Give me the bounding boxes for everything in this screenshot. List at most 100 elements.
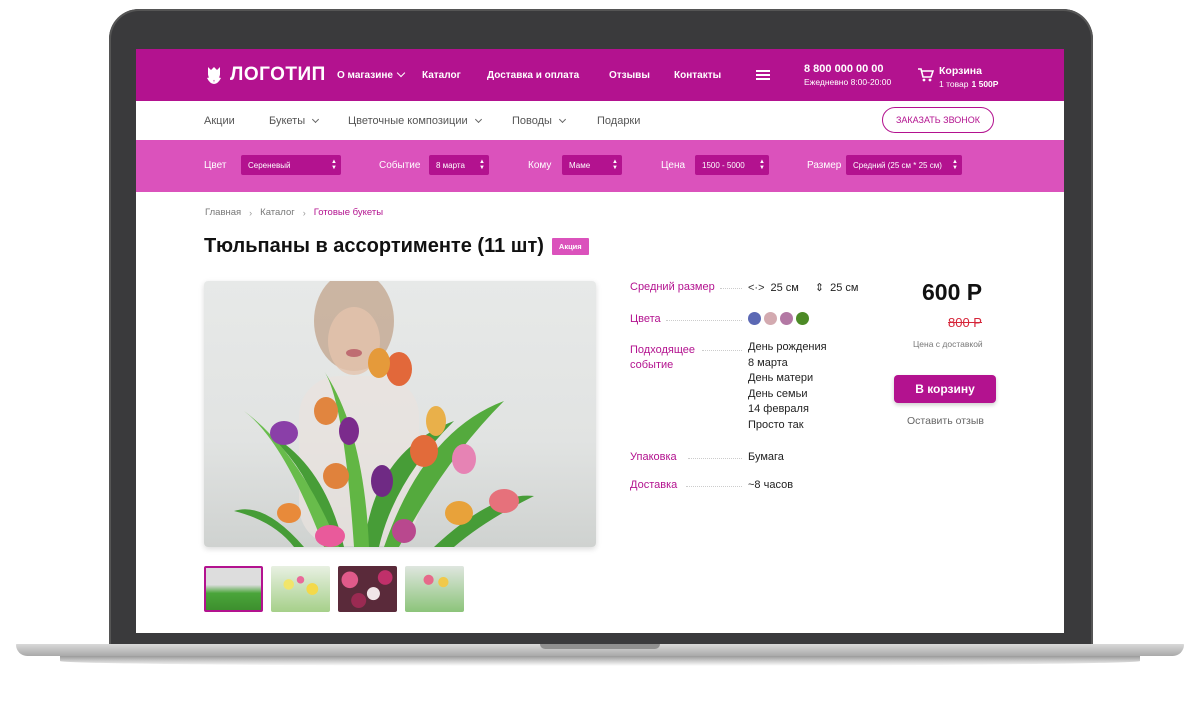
breadcrumb-home[interactable]: Главная — [205, 207, 241, 218]
select-arrows-icon: ▲ ▼ — [952, 159, 958, 171]
thumbnail-4[interactable] — [405, 566, 464, 612]
logo[interactable]: ЛОГОТИП — [204, 64, 326, 86]
flower-logo-icon — [207, 67, 221, 84]
spec-packaging-value: Бумага — [748, 451, 784, 463]
spec-packaging-label: Упаковка — [630, 451, 677, 463]
breadcrumb-current[interactable]: Готовые букеты — [314, 207, 383, 218]
filter-event-value: 8 марта — [436, 160, 465, 170]
occasion-item: Просто так — [748, 418, 804, 431]
filter-size-label: Размер — [807, 160, 842, 171]
old-price: 800 Р — [948, 315, 982, 330]
filter-recipient-select[interactable]: Маме ▲ ▼ — [562, 155, 622, 175]
logo-text: ЛОГОТИП — [230, 64, 326, 85]
filter-price-value: 1500 - 5000 — [702, 160, 745, 170]
thumbnail-1[interactable] — [204, 566, 263, 612]
spec-divider — [720, 288, 742, 289]
occasion-item: День рождения — [748, 341, 827, 353]
subnav-compositions[interactable]: Цветочные композиции — [348, 115, 482, 127]
spec-delivery-value: ~8 часов — [748, 479, 794, 491]
filter-recipient-value: Маме — [569, 160, 591, 170]
occasion-item: День семьи — [748, 387, 808, 400]
filter-size-select[interactable]: Средний (25 см * 25 см) ▲ ▼ — [846, 155, 962, 175]
color-swatch-pink[interactable] — [764, 312, 777, 325]
select-arrows-icon: ▲ ▼ — [479, 159, 485, 171]
laptop-shadow — [60, 656, 1140, 666]
spec-occasion-label: Подходящее событие — [630, 343, 695, 373]
leave-review-link[interactable]: Оставить отзыв — [907, 415, 984, 427]
color-swatch-green[interactable] — [796, 312, 809, 325]
callback-button[interactable]: ЗАКАЗАТЬ ЗВОНОК — [882, 107, 994, 133]
menu-icon[interactable] — [756, 70, 770, 80]
filter-size-value: Средний (25 см * 25 см) — [853, 160, 942, 170]
spec-width: 25 см — [770, 282, 799, 294]
occasion-item: День матери — [748, 372, 814, 384]
working-hours: Ежедневно 8:00-20:00 — [804, 77, 892, 87]
select-arrows-icon: ▲ ▼ — [612, 159, 618, 171]
nav-delivery[interactable]: Доставка и оплата — [487, 70, 579, 81]
cart-icon — [918, 68, 934, 82]
filter-bar: Цвет Сереневый ▲ ▼ Событие 8 марта ▲ ▼ Кому … — [136, 140, 1064, 192]
filter-color-select[interactable]: Сереневый ▲ ▼ — [241, 155, 341, 175]
nav-reviews[interactable]: Отзывы — [609, 70, 650, 81]
color-swatch-blue[interactable] — [748, 312, 761, 325]
subnav-occasions-label: Поводы — [512, 115, 552, 127]
top-header: ЛОГОТИП О магазине Каталог Доставка и оп… — [136, 49, 1064, 101]
spec-divider — [702, 350, 742, 351]
occasion-item: 14 февраля — [748, 403, 809, 415]
spec-height: 25 см — [830, 282, 859, 294]
spec-occasion-label-line1: Подходящее — [630, 344, 695, 356]
select-arrows-icon: ▲ ▼ — [331, 159, 337, 171]
width-arrows-icon: <·> — [748, 282, 765, 294]
filter-event-select[interactable]: 8 марта ▲ ▼ — [429, 155, 489, 175]
breadcrumb-catalog[interactable]: Каталог — [260, 207, 295, 218]
select-arrows-icon: ▲ ▼ — [759, 159, 765, 171]
spec-size-value: <·> 25 см ⇕ 25 см — [748, 281, 858, 297]
cart-total: 1 500Р — [971, 79, 999, 89]
price: 600 Р — [922, 279, 983, 305]
chevron-down-icon — [558, 115, 566, 124]
spec-divider — [686, 486, 742, 487]
nav-about[interactable]: О магазине — [337, 68, 406, 81]
filter-color-value: Сереневый — [248, 160, 291, 170]
height-arrows-icon: ⇕ — [814, 282, 825, 294]
chevron-down-icon — [312, 115, 320, 124]
cart-count: 1 товар — [939, 79, 969, 89]
cart-title: Корзина — [939, 65, 982, 77]
filter-event-label: Событие — [379, 160, 421, 171]
spec-occasion-list: День рождения 8 марта День матери День с… — [748, 340, 827, 433]
chevron-right-icon: › — [302, 207, 306, 218]
spec-color-swatches — [748, 312, 812, 331]
price-note: Цена с доставкой — [913, 339, 983, 349]
thumbnail-strip — [204, 566, 464, 612]
subnav-bouquets[interactable]: Букеты — [269, 115, 320, 127]
tulips-photo — [234, 281, 534, 547]
page-title: Тюльпаны в ассортименте (11 шт) Акция — [204, 235, 589, 258]
filter-price-select[interactable]: 1500 - 5000 ▲ ▼ — [695, 155, 769, 175]
thumbnail-3[interactable] — [338, 566, 397, 612]
spec-divider — [688, 458, 742, 459]
filter-price-label: Цена — [661, 160, 686, 171]
subnav-occasions[interactable]: Поводы — [512, 115, 566, 127]
chevron-down-icon — [396, 68, 406, 78]
thumbnail-2[interactable] — [271, 566, 330, 612]
filter-recipient-label: Кому — [528, 160, 552, 171]
spec-divider — [666, 320, 742, 321]
nav-catalog[interactable]: Каталог — [422, 70, 461, 81]
subnav-promo[interactable]: Акции — [204, 115, 235, 127]
cart[interactable]: Корзина 1 товар 1 500Р — [918, 65, 998, 89]
chevron-down-icon — [474, 115, 482, 124]
spec-size-label: Средний размер — [630, 281, 715, 293]
product-main-image[interactable] — [204, 281, 596, 547]
spec-occasion-label-line2: событие — [630, 359, 674, 371]
screen: ЛОГОТИП О магазине Каталог Доставка и оп… — [136, 49, 1064, 633]
chevron-right-icon: › — [249, 207, 253, 218]
promo-badge: Акция — [551, 238, 589, 255]
nav-contacts[interactable]: Контакты — [674, 70, 721, 81]
laptop-notch — [540, 644, 660, 649]
color-swatch-purple[interactable] — [780, 312, 793, 325]
subnav-compositions-label: Цветочные композиции — [348, 115, 468, 127]
add-to-cart-button[interactable]: В корзину — [894, 375, 996, 403]
phone-number[interactable]: 8 800 000 00 00 — [804, 63, 891, 75]
subnav-gifts[interactable]: Подарки — [597, 115, 640, 127]
occasion-item: 8 марта — [748, 356, 788, 369]
